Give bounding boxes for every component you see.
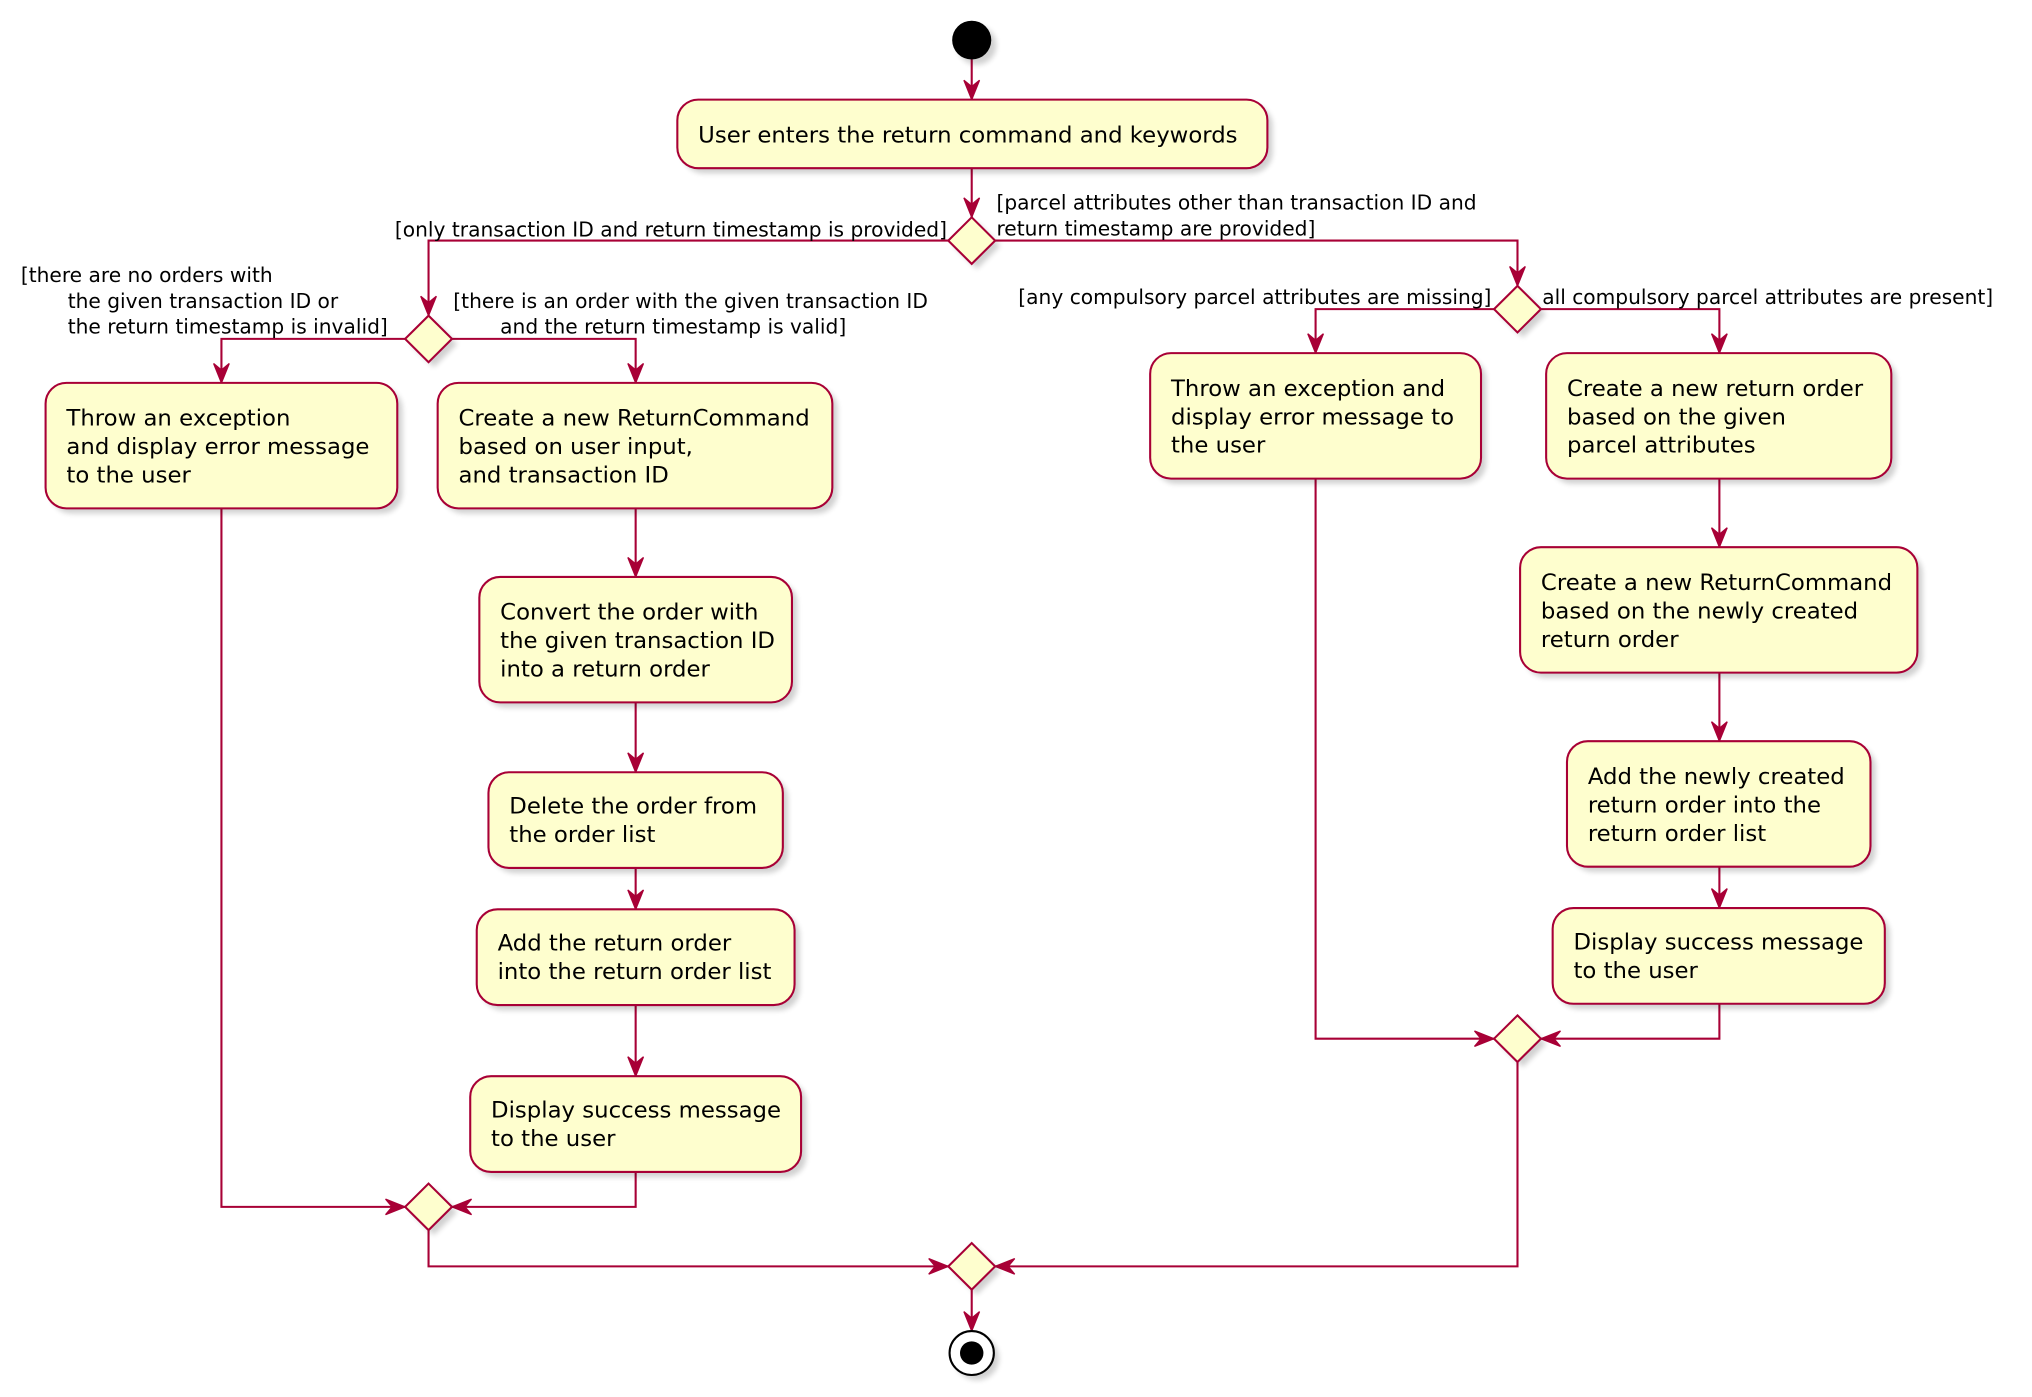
flow-edge: [427, 1230, 949, 1268]
activity-text: into a return order: [500, 657, 710, 683]
flow-edge: [220, 508, 406, 1208]
activity-text: and transaction ID: [459, 463, 669, 489]
activity-text: display error message to: [1171, 404, 1454, 430]
activity-convert: Convert the order withthe given transact…: [478, 575, 798, 708]
nodes: User enters the return command and keywo…: [44, 20, 1923, 1381]
flow-edge: [1540, 308, 1721, 354]
flow-edge: [451, 337, 637, 383]
activity-text: the given transaction ID: [500, 628, 775, 654]
activity-box: [1551, 907, 1886, 1005]
activity-text: based on user input,: [459, 434, 693, 460]
activity-text: Throw an exception: [65, 406, 290, 432]
activity-text: return order list: [1588, 821, 1766, 847]
end-node-inner: [959, 1341, 984, 1365]
flow-edge: [1314, 478, 1495, 1040]
flow-edge: [1314, 308, 1495, 354]
activity-create-cmd-new: Create a new ReturnCommandbased on the n…: [1519, 546, 1923, 678]
guard-other-attrs: return timestamp are provided]: [996, 216, 1315, 240]
guard-order-exists: [there is an order with the given transa…: [453, 289, 928, 313]
activity-text: User enters the return command and keywo…: [698, 122, 1237, 148]
start-node: [952, 20, 992, 60]
activity-diagram: User enters the return command and keywo…: [21, 20, 1993, 1381]
activity-text: to the user: [491, 1126, 616, 1152]
activity-throw-left: Throw an exceptionand display error mess…: [44, 381, 403, 514]
activity-enter: User enters the return command and keywo…: [676, 98, 1273, 174]
flow-edge: [995, 1061, 1519, 1268]
guard-other-attrs: [parcel attributes other than transactio…: [996, 191, 1476, 215]
activity-create-order: Create a new return orderbased on the gi…: [1545, 352, 1897, 484]
activity-box: [475, 908, 796, 1007]
flow-edge: [220, 337, 406, 383]
activity-text: Display success message: [491, 1098, 781, 1124]
activity-add-return: Add the return orderinto the return orde…: [475, 908, 800, 1011]
activity-text: Create a new return order: [1567, 376, 1864, 402]
activity-text: return order: [1541, 627, 1679, 653]
activity-throw-right: Throw an exception anddisplay error mess…: [1149, 352, 1487, 484]
activity-text: Add the return order: [498, 931, 732, 957]
guard-no-orders: [there are no orders with: [21, 263, 273, 287]
activity-text: based on the given: [1567, 404, 1786, 430]
activity-text: the user: [1171, 433, 1266, 459]
activity-add-new: Add the newly createdreturn order into t…: [1565, 740, 1876, 872]
activity-text: Create a new ReturnCommand: [459, 406, 810, 432]
activity-text: into the return order list: [498, 959, 772, 985]
activity-text: Convert the order with: [500, 600, 758, 626]
activity-delete: Delete the order fromthe order list: [487, 771, 789, 874]
activity-text: Throw an exception and: [1170, 376, 1445, 402]
activity-success-right: Display success messageto the user: [1551, 907, 1891, 1009]
activity-text: and display error message: [66, 434, 369, 460]
activity-box: [469, 1075, 803, 1173]
activity-text: Add the newly created: [1588, 764, 1845, 790]
activity-text: to the user: [66, 463, 191, 489]
guard-no-orders: the return timestamp is invalid]: [68, 315, 388, 339]
activity-create-cmd-txn: Create a new ReturnCommandbased on user …: [436, 381, 838, 514]
guard-labels: [only transaction ID and return timestam…: [21, 191, 1993, 339]
activity-text: to the user: [1573, 958, 1698, 984]
flow-edge: [995, 239, 1519, 286]
flow-edge: [451, 1171, 637, 1208]
activity-text: Display success message: [1573, 930, 1863, 956]
guard-missing: [any compulsory parcel attributes are mi…: [1018, 285, 1491, 309]
activity-text: return order into the: [1588, 792, 1821, 818]
guard-no-orders: the given transaction ID or: [68, 289, 339, 313]
flow-edge: [1540, 1003, 1721, 1040]
activity-success-left: Display success messageto the user: [469, 1075, 807, 1178]
guard-present: all compulsory parcel attributes are pre…: [1542, 285, 1993, 309]
activity-box: [487, 771, 784, 869]
guard-order-exists: and the return timestamp is valid]: [500, 315, 846, 339]
activity-text: parcel attributes: [1567, 433, 1756, 459]
activity-text: Create a new ReturnCommand: [1541, 570, 1892, 596]
activity-text: Delete the order from: [509, 794, 757, 820]
activity-text: the order list: [509, 822, 655, 848]
guard-only-txn: [only transaction ID and return timestam…: [395, 218, 947, 242]
activity-text: based on the newly created: [1541, 598, 1858, 624]
